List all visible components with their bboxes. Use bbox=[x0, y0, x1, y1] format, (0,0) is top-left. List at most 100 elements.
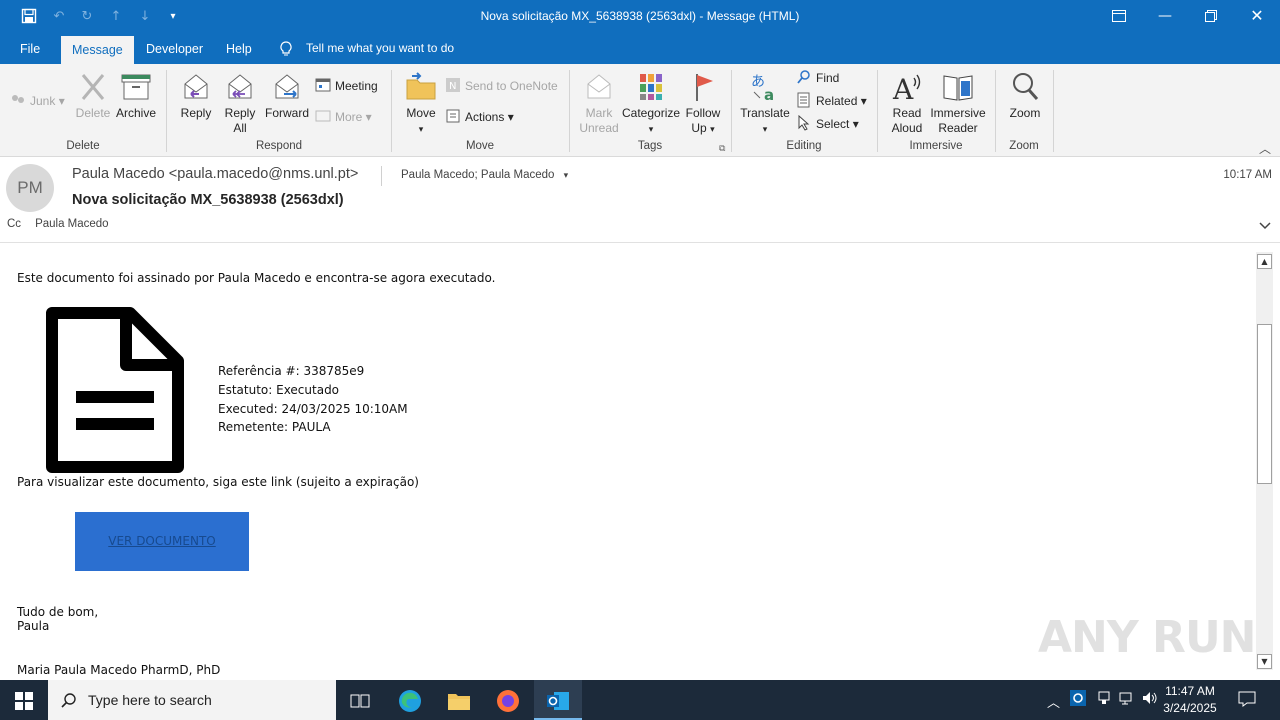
show-hidden-icons-chevron-icon[interactable]: ︿ bbox=[1047, 692, 1060, 711]
cc-line: Cc Paula Macedo bbox=[7, 218, 109, 230]
received-time: 10:17 AM bbox=[1223, 169, 1272, 181]
immersive-reader-button[interactable]: Immersive Reader bbox=[928, 70, 988, 136]
mark-label-1: Mark bbox=[585, 106, 613, 120]
taskbar-search-input[interactable]: Type here to search bbox=[48, 680, 336, 720]
outlook-tray-icon[interactable] bbox=[1070, 690, 1086, 710]
message-subject: Nova solicitação MX_5638938 (2563dxl) bbox=[72, 192, 344, 208]
network-icon[interactable] bbox=[1119, 690, 1135, 710]
file-explorer-icon[interactable] bbox=[435, 680, 483, 720]
outlook-taskbar-icon[interactable] bbox=[534, 680, 582, 720]
folder-move-icon bbox=[406, 72, 436, 100]
move-label: Move bbox=[406, 106, 436, 120]
firefox-icon[interactable] bbox=[484, 680, 532, 720]
group-label-zoom: Zoom bbox=[1009, 140, 1039, 152]
group-label-delete: Delete bbox=[66, 140, 100, 152]
document-icon bbox=[46, 307, 184, 473]
zoom-button[interactable]: Zoom bbox=[1004, 70, 1046, 121]
group-label-editing: Editing bbox=[786, 140, 822, 152]
expand-header-chevron-icon[interactable] bbox=[1258, 218, 1272, 232]
volume-icon[interactable] bbox=[1142, 690, 1158, 710]
reply-all-button[interactable]: Reply All bbox=[219, 70, 261, 136]
usb-device-icon[interactable] bbox=[1096, 690, 1112, 710]
task-view-icon[interactable] bbox=[336, 680, 384, 720]
actions-button[interactable]: Actions ▾ bbox=[445, 107, 514, 127]
tab-file[interactable]: File bbox=[9, 34, 51, 64]
svg-text:N: N bbox=[449, 81, 456, 92]
restore-button[interactable] bbox=[1188, 0, 1234, 34]
archive-button[interactable]: Archive bbox=[114, 70, 158, 121]
tab-help[interactable]: Help bbox=[215, 34, 263, 64]
sender-address[interactable]: Paula Macedo <paula.macedo@nms.unl.pt> bbox=[72, 166, 358, 182]
read-aloud-label-1: Read bbox=[892, 106, 922, 120]
reply-all-label-2: All bbox=[233, 121, 247, 135]
recipients[interactable]: Paula Macedo; Paula Macedo ▾ bbox=[401, 169, 568, 181]
select-button[interactable]: Select ▾ bbox=[796, 114, 859, 134]
executed-date: Executed: 24/03/2025 10:10AM bbox=[218, 402, 408, 416]
meeting-label: Meeting bbox=[335, 79, 378, 93]
onenote-icon: N bbox=[445, 77, 461, 93]
view-instructions: Para visualizar este documento, siga est… bbox=[17, 475, 419, 489]
vertical-scrollbar[interactable]: ▲ ▼ bbox=[1256, 252, 1273, 670]
categorize-button[interactable]: Categorize ▾ bbox=[622, 70, 680, 137]
find-button[interactable]: Find bbox=[796, 68, 839, 88]
select-label: Select bbox=[816, 117, 850, 131]
read-aloud-icon: A bbox=[892, 73, 921, 104]
junk-icon bbox=[10, 92, 26, 108]
watermark-logo: ANY RUN bbox=[1038, 612, 1256, 663]
signature-name: Maria Paula Macedo PharmD, PhD bbox=[17, 663, 221, 677]
minimize-button[interactable]: — bbox=[1142, 0, 1188, 34]
tags-dialog-launcher-icon[interactable]: ⧉ bbox=[719, 143, 725, 154]
ribbon-display-options-button[interactable] bbox=[1096, 0, 1142, 34]
forward-button[interactable]: Forward bbox=[263, 70, 311, 121]
clock-date: 3/24/2025 bbox=[1163, 701, 1217, 715]
scroll-up-arrow-icon[interactable]: ▲ bbox=[1257, 254, 1272, 269]
meeting-icon bbox=[315, 77, 331, 93]
ribbon: Junk ▾ Delete Archive Delete Reply Reply… bbox=[0, 64, 1280, 157]
reply-button[interactable]: Reply bbox=[176, 70, 216, 121]
taskbar-clock[interactable]: 11:47 AM 3/24/2025 bbox=[1160, 683, 1220, 717]
tab-developer[interactable]: Developer bbox=[135, 34, 214, 64]
related-icon bbox=[796, 92, 812, 108]
delete-icon bbox=[81, 74, 105, 100]
scroll-down-arrow-icon[interactable]: ▼ bbox=[1257, 654, 1272, 669]
mark-unread-button[interactable]: Mark Unread bbox=[577, 70, 621, 136]
read-aloud-button[interactable]: A Read Aloud bbox=[886, 70, 928, 136]
delete-button[interactable]: Delete bbox=[72, 70, 114, 121]
follow-label-2: Up bbox=[691, 121, 707, 135]
close-button[interactable]: ✕ bbox=[1234, 0, 1280, 34]
translate-button[interactable]: あa Translate ▾ bbox=[739, 70, 791, 137]
more-respond-button[interactable]: More ▾ bbox=[315, 107, 372, 127]
title-bar: ↶ ↻ ↑ ↓ ▾ Nova solicitação MX_5638938 (2… bbox=[0, 0, 1280, 34]
tab-message[interactable]: Message bbox=[61, 36, 134, 64]
zoom-magnifier-icon bbox=[1013, 73, 1039, 100]
cc-label: Cc bbox=[7, 218, 22, 230]
translate-icon: あa bbox=[751, 74, 774, 104]
reply-all-icon bbox=[228, 74, 252, 99]
read-aloud-label-2: Aloud bbox=[891, 121, 923, 135]
svg-text:a: a bbox=[764, 86, 774, 104]
meeting-button[interactable]: Meeting bbox=[315, 76, 378, 96]
find-label: Find bbox=[816, 71, 840, 85]
follow-up-button[interactable]: Follow Up ▾ bbox=[682, 70, 724, 137]
view-document-button[interactable]: VER DOCUMENTO bbox=[75, 512, 249, 571]
windows-start-icon[interactable] bbox=[0, 680, 48, 720]
follow-label-1: Follow bbox=[685, 106, 721, 120]
move-button[interactable]: Move ▾ bbox=[401, 70, 441, 137]
more-label: More bbox=[335, 110, 363, 124]
select-cursor-icon bbox=[796, 114, 812, 131]
actions-label: Actions bbox=[465, 110, 505, 124]
chevron-down-icon[interactable]: ▾ bbox=[564, 170, 569, 180]
cc-recipient[interactable]: Paula Macedo bbox=[35, 218, 109, 230]
body-intro: Este documento foi assinado por Paula Ma… bbox=[17, 271, 496, 285]
collapse-ribbon-icon[interactable]: ︿ bbox=[1259, 140, 1271, 157]
related-button[interactable]: Related ▾ bbox=[796, 91, 867, 111]
edge-browser-icon[interactable] bbox=[386, 680, 434, 720]
flag-icon bbox=[696, 74, 713, 101]
tell-me-search[interactable]: Tell me what you want to do bbox=[306, 41, 454, 55]
notifications-icon[interactable] bbox=[1238, 690, 1256, 712]
scroll-thumb[interactable] bbox=[1257, 324, 1272, 484]
send-onenote-label: Send to OneNote bbox=[465, 79, 558, 93]
junk-button[interactable]: Junk ▾ bbox=[10, 91, 65, 111]
send-to-onenote-button[interactable]: N Send to OneNote bbox=[445, 76, 558, 96]
recipients-text: Paula Macedo; Paula Macedo bbox=[401, 169, 555, 181]
